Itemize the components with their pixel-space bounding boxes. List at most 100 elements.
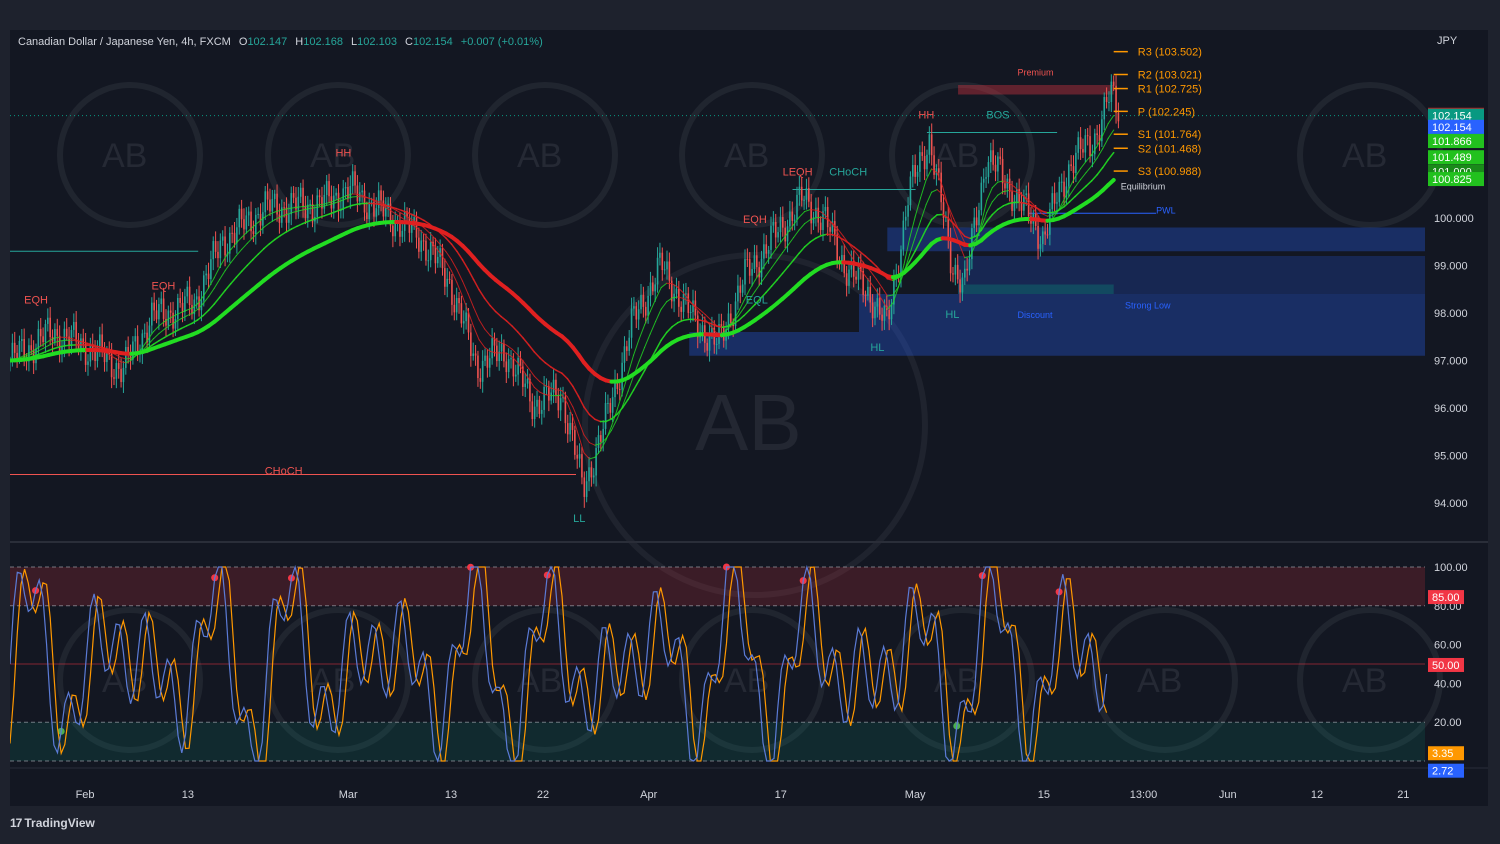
ema-slow-line	[207, 303, 215, 311]
time-axis-label: Apr	[640, 789, 657, 801]
ema-slow-line	[1068, 195, 1076, 203]
chart-frame[interactable]: AB AB AB AB AB AB AB AB AB AB AB AB AB AB R3 (103.502)…	[10, 30, 1488, 806]
candle-body	[888, 309, 890, 320]
candle-body	[654, 284, 656, 292]
candle-body	[531, 401, 534, 420]
candle-body	[151, 302, 153, 326]
candle-body	[798, 186, 801, 195]
candle-body	[1082, 149, 1084, 153]
candle-body	[763, 244, 765, 259]
candle-body	[207, 273, 210, 280]
ema-mid-line	[853, 250, 861, 259]
candle-body	[864, 294, 867, 296]
ema-slow-line	[191, 319, 199, 325]
ema-slow-line	[467, 268, 475, 281]
ema-slow-line	[577, 395, 585, 408]
candle-body	[803, 199, 805, 201]
candle-body	[600, 435, 602, 442]
candle-body	[420, 240, 423, 252]
candle-body	[243, 219, 245, 230]
ema-mid-line	[462, 280, 469, 295]
ema-slow-line	[274, 234, 282, 241]
ema-slow-line	[290, 225, 298, 230]
candle-body	[982, 178, 985, 183]
ema-fast-line	[555, 394, 563, 397]
candle-body	[793, 219, 796, 221]
structure-label: HH	[335, 147, 351, 159]
price-axis-tick: 97.000	[1434, 356, 1468, 368]
candle-body	[1006, 178, 1009, 189]
candle-body	[954, 264, 957, 275]
ema-slow-line	[268, 238, 276, 245]
ema-slow-line	[246, 258, 254, 267]
price-axis-tick: 98.000	[1434, 308, 1468, 320]
ema-slow-line	[1052, 209, 1060, 214]
ema-mid-line	[152, 333, 160, 340]
price-axis-tick: 99.000	[1434, 261, 1468, 273]
candle-body	[926, 154, 928, 170]
oscillator-badge-text: 50.00	[1432, 660, 1460, 672]
candle-body	[607, 402, 609, 404]
candle-body	[162, 298, 165, 319]
symbol-title[interactable]: Canadian Dollar / Japanese Yen, 4h, FXCM	[18, 36, 231, 48]
ema-fast-line	[798, 211, 806, 218]
demand-zone	[689, 332, 1425, 356]
ema-slow-line	[561, 372, 569, 380]
candle-body	[533, 406, 536, 420]
ema-fast-line	[920, 179, 927, 199]
currency-label[interactable]: JPY	[1437, 35, 1457, 47]
ema-mid-line	[787, 236, 795, 246]
supply-zone	[958, 85, 1114, 95]
ema-slow-line	[64, 344, 72, 347]
ema-slow-line	[1090, 173, 1098, 182]
pivot-label: R2 (103.021)	[1138, 70, 1202, 82]
candle-body	[488, 358, 491, 368]
candle-body	[125, 346, 127, 368]
candle-body	[328, 181, 330, 197]
ema-fast-line	[208, 277, 215, 289]
candle-body	[566, 423, 569, 435]
ema-slow-line	[864, 255, 872, 262]
ema-mid-line	[1085, 165, 1093, 174]
price-axis-tick: 100.000	[1434, 213, 1474, 225]
ema-slow-line	[180, 325, 188, 330]
candle-body	[382, 200, 385, 217]
ema-mid-line	[986, 201, 993, 213]
candle-body	[221, 236, 224, 241]
ema-slow-line	[279, 231, 287, 237]
candle-body	[930, 134, 933, 156]
candle-body	[980, 182, 983, 211]
candle-body	[855, 276, 857, 280]
ema-slow-line	[605, 418, 613, 423]
candle-body	[54, 329, 56, 342]
tradingview-logo[interactable]: 17 TradingView	[10, 816, 95, 830]
ema-slow-line	[721, 325, 729, 328]
structure-label: Premium	[1017, 68, 1053, 78]
candle-body	[186, 286, 189, 297]
candle-body	[103, 351, 106, 363]
candle-body	[914, 164, 916, 177]
candle-body	[689, 312, 692, 314]
ema-slow-line	[544, 362, 552, 368]
candle-body	[517, 357, 519, 375]
candle-body	[16, 352, 18, 359]
ema-slow-line	[516, 331, 524, 339]
candle-body	[458, 298, 460, 304]
ema-mid-line	[704, 314, 712, 321]
candle-body	[909, 176, 912, 206]
candle-body	[1044, 231, 1046, 235]
ema-slow-line	[229, 276, 238, 285]
candle-body	[155, 310, 158, 320]
ema-fast-line	[804, 209, 811, 213]
candle-body	[656, 257, 659, 285]
ema-fast-line	[114, 357, 121, 363]
structure-label: EQH	[24, 295, 48, 307]
ema-slow-line	[682, 318, 690, 322]
ema-slow-line	[92, 345, 100, 348]
candle-body	[628, 337, 630, 351]
candle-body	[434, 246, 437, 264]
chart-canvas[interactable]: AB AB AB AB AB ABAB AB AB AB AB AB ABABR3 (103.502)…	[10, 30, 1488, 806]
candle-body	[760, 258, 763, 278]
ema-mid-line	[649, 320, 657, 335]
ema-slow-line	[235, 270, 243, 279]
